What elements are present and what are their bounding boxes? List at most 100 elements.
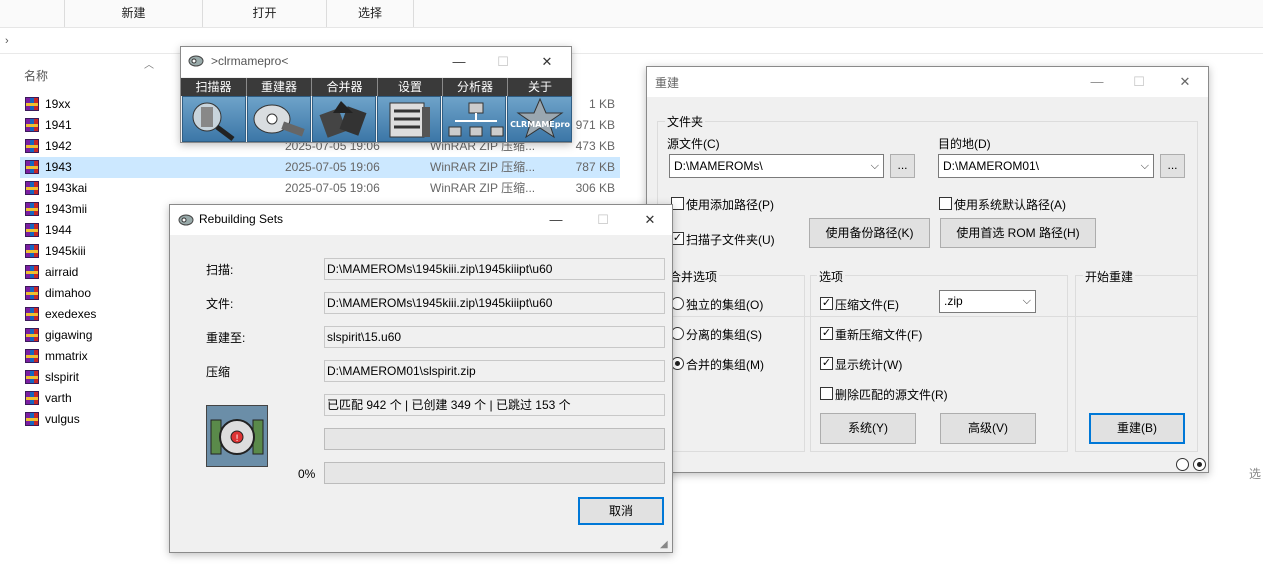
maximize-icon: ☐ <box>597 212 609 227</box>
close-icon[interactable]: ✕ <box>527 49 567 75</box>
browse-destination-button[interactable]: ... <box>1160 154 1185 178</box>
minimize-icon[interactable]: — <box>536 207 576 233</box>
title-bar[interactable]: Rebuilding Sets — ☐ ✕ <box>170 205 672 235</box>
clrmamepro-app-icon <box>178 213 194 230</box>
cancel-button[interactable]: 取消 <box>578 497 664 525</box>
sort-up-icon: ︿ <box>144 60 154 71</box>
explorer-toolbar: 新建 打开 选择 <box>0 0 1263 28</box>
winrar-archive-icon <box>25 328 39 342</box>
browse-source-button[interactable]: ... <box>890 154 915 178</box>
percent-label: 0% <box>298 467 316 481</box>
sub-progress-bar <box>324 428 665 450</box>
winrar-archive-icon <box>25 118 39 132</box>
scan-value: D:\MAMEROMs\1945kiii.zip\1945kiiipt\u60 <box>324 258 665 280</box>
source-combo[interactable]: D:\MAMEROMs\ ⌵ <box>669 154 884 178</box>
toolbar-new[interactable]: 新建 <box>64 0 202 27</box>
rebuilder-gauge-icon: ! <box>206 405 268 467</box>
compress-label: 压缩 <box>206 365 231 379</box>
toolbar-open[interactable]: 打开 <box>202 0 326 27</box>
chevron-down-icon: ⌵ <box>1140 160 1149 172</box>
advanced-button[interactable]: 高级(V) <box>940 413 1036 444</box>
clrmamepro-menubar: 扫描器 重建器 合并器 设置 分析器 关于 <box>181 78 572 96</box>
merge-option-label: 合并的集组(M) <box>686 358 764 372</box>
chevron-down-icon: ⌵ <box>1022 295 1031 307</box>
destination-combo[interactable]: D:\MAMEROM01\ ⌵ <box>938 154 1154 178</box>
status-radio-selected[interactable] <box>1193 458 1206 471</box>
rebuild-to-label: 重建至: <box>206 331 246 345</box>
winrar-archive-icon <box>25 412 39 426</box>
merge-options-label: 合并选项 <box>667 268 720 285</box>
menu-scanner[interactable]: 扫描器 <box>181 78 247 96</box>
source-label: 源文件(C) <box>667 137 720 151</box>
minimize-icon[interactable]: — <box>439 49 479 75</box>
files-group-label: 文件夹 <box>665 113 706 130</box>
rebuild-to-value: slspirit\15.u60 <box>324 326 665 348</box>
window-title: >clrmamepro< <box>211 54 289 68</box>
menu-merger[interactable]: 合并器 <box>312 78 378 96</box>
svg-text:!: ! <box>235 434 239 444</box>
winrar-archive-icon <box>25 349 39 363</box>
winrar-archive-icon <box>25 370 39 384</box>
clrmamepro-logo-icon[interactable]: CLRMAMEpro <box>507 96 572 142</box>
title-bar[interactable]: >clrmamepro< — ☐ ✕ <box>181 47 571 77</box>
title-bar[interactable]: 重建 — ☐ ✕ <box>647 67 1208 97</box>
delete-matched-checkbox[interactable] <box>820 387 833 400</box>
winrar-archive-icon <box>25 181 39 195</box>
menu-settings[interactable]: 设置 <box>378 78 443 96</box>
chevron-right-icon[interactable]: › <box>5 35 9 47</box>
analyzer-icon[interactable] <box>442 96 506 142</box>
system-default-label: 使用系统默认路径(A) <box>954 198 1066 212</box>
scan-label: 扫描: <box>206 263 234 277</box>
maximize-icon: ☐ <box>1133 74 1145 89</box>
destination-label: 目的地(D) <box>938 137 991 151</box>
compress-checkbox[interactable]: ✓ <box>820 297 833 310</box>
winrar-archive-icon <box>25 139 39 153</box>
winrar-archive-icon <box>25 307 39 321</box>
merge-option-label: 独立的集组(O) <box>686 298 764 312</box>
recompress-label: 重新压缩文件(F) <box>835 328 923 342</box>
maximize-icon: ☐ <box>497 54 509 69</box>
scanner-icon[interactable] <box>182 96 246 142</box>
file-row-selected[interactable]: 1943 2025-07-05 19:06 WinRAR ZIP 压缩... 787 … <box>20 157 620 178</box>
winrar-archive-icon <box>25 286 39 300</box>
system-button[interactable]: 系统(Y) <box>820 413 916 444</box>
system-default-checkbox[interactable] <box>939 197 952 210</box>
menu-about[interactable]: 关于 <box>508 78 572 96</box>
menu-analyzer[interactable]: 分析器 <box>443 78 508 96</box>
menu-rebuilder[interactable]: 重建器 <box>247 78 312 96</box>
clrmamepro-window: >clrmamepro< — ☐ ✕ 扫描器 重建器 合并器 设置 分析器 关于… <box>180 46 572 143</box>
close-icon[interactable]: ✕ <box>630 207 670 233</box>
compress-label: 压缩文件(E) <box>835 298 899 312</box>
minimize-icon[interactable]: — <box>1077 69 1117 95</box>
file-row[interactable]: 1943kai 2025-07-05 19:06 WinRAR ZIP 压缩... 3… <box>20 178 620 199</box>
chevron-down-icon: ⌵ <box>870 160 879 172</box>
file-value: D:\MAMEROMs\1945kiii.zip\1945kiiipt\u60 <box>324 292 665 314</box>
winrar-archive-icon <box>25 97 39 111</box>
settings-icon[interactable] <box>377 96 441 142</box>
rebuilder-icon[interactable] <box>247 96 311 142</box>
column-header-name[interactable]: 名称 <box>24 67 48 84</box>
options-label: 选项 <box>817 268 846 285</box>
rebuilding-sets-window: Rebuilding Sets — ☐ ✕ 扫描: D:\MAMEROMs\19… <box>169 204 673 553</box>
logo-text: CLRMAMEpro <box>510 120 570 129</box>
recompress-checkbox[interactable]: ✓ <box>820 327 833 340</box>
truncated-text: 选 <box>1249 467 1262 481</box>
use-preferred-rom-button[interactable]: 使用首选 ROM 路径(H) <box>940 218 1096 248</box>
winrar-archive-icon <box>25 202 39 216</box>
show-stats-checkbox[interactable]: ✓ <box>820 357 833 370</box>
merger-icon[interactable] <box>312 96 376 142</box>
archive-format-combo[interactable]: .zip ⌵ <box>939 290 1036 313</box>
rebuild-button[interactable]: 重建(B) <box>1089 413 1185 444</box>
rebuild-window: 重建 — ☐ ✕ 文件夹 源文件(C) D:\MAMEROMs\ ⌵ ... 目的… <box>646 66 1209 473</box>
status-radio[interactable] <box>1176 458 1189 471</box>
winrar-archive-icon <box>25 244 39 258</box>
show-stats-label: 显示统计(W) <box>835 358 903 372</box>
toolbar-select[interactable]: 选择 <box>326 0 414 27</box>
window-title: 重建 <box>655 76 680 90</box>
close-icon[interactable]: ✕ <box>1165 69 1205 95</box>
winrar-archive-icon <box>25 160 39 174</box>
use-backup-path-button[interactable]: 使用备份路径(K) <box>809 218 930 248</box>
resize-grip-icon[interactable]: ◢ <box>660 539 668 550</box>
start-rebuild-label: 开始重建 <box>1083 268 1136 285</box>
window-title: Rebuilding Sets <box>199 212 284 226</box>
